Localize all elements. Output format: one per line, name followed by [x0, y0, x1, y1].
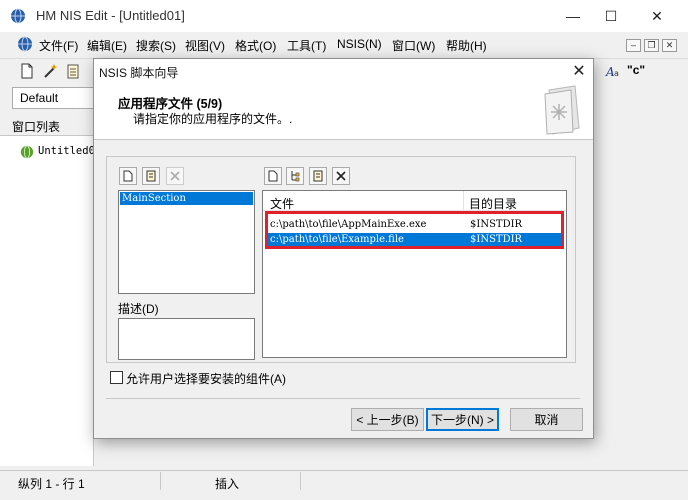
menu-edit[interactable]: 编辑(E)	[87, 37, 127, 54]
description-field[interactable]	[118, 318, 255, 360]
delete-icon	[170, 171, 180, 181]
file-properties-icon	[313, 170, 323, 182]
window-title: HM NIS Edit - [Untitled01]	[36, 8, 185, 23]
column-header-dest[interactable]: 目的目录	[469, 195, 517, 212]
window-list-item[interactable]: Untitled01	[38, 145, 101, 157]
files-list-header	[263, 191, 566, 211]
insert-mode: 插入	[215, 477, 240, 491]
add-section-button[interactable]	[119, 167, 137, 185]
menu-file[interactable]: 文件(F)	[39, 37, 78, 54]
delete-file-button[interactable]	[332, 167, 350, 185]
dialog-title: NSIS 脚本向导	[99, 66, 179, 80]
allow-component-select-checkbox[interactable]	[110, 371, 123, 384]
window-list-title: 窗口列表	[12, 120, 61, 134]
new-section-icon	[123, 170, 133, 182]
close-button[interactable]: ✕	[634, 0, 680, 32]
maximize-button[interactable]: ☐	[588, 0, 634, 32]
status-separator	[160, 472, 161, 490]
dialog-close-button[interactable]: ✕	[568, 61, 590, 83]
wizard-document-icon	[544, 85, 580, 135]
svg-text:a: a	[614, 69, 619, 78]
next-button[interactable]: 下一步(N) >	[426, 408, 499, 431]
document-globe-icon	[20, 145, 34, 159]
document-globe-icon[interactable]	[17, 36, 33, 52]
mdi-minimize-button[interactable]: –	[626, 39, 641, 52]
edit-section-button[interactable]	[142, 167, 160, 185]
column-header-file[interactable]: 文件	[270, 195, 294, 212]
font-icon[interactable]: A a	[605, 63, 621, 79]
description-label: 描述(D)	[118, 302, 159, 316]
delete-section-button	[166, 167, 184, 185]
step-subheading: 请指定你的应用程序的文件。.	[133, 112, 293, 126]
edit-file-button[interactable]	[309, 167, 327, 185]
new-file-icon	[268, 170, 278, 182]
cursor-position: 纵列 1 - 行 1	[18, 477, 85, 491]
menu-search[interactable]: 搜索(S)	[136, 37, 176, 54]
add-directory-button[interactable]	[286, 167, 304, 185]
back-button[interactable]: < 上一步(B)	[351, 408, 424, 431]
cancel-button[interactable]: 取消	[510, 408, 583, 431]
add-file-button[interactable]	[264, 167, 282, 185]
format-dropdown-value: Default	[20, 91, 59, 105]
new-file-icon[interactable]	[19, 63, 35, 79]
menu-view[interactable]: 视图(V)	[185, 37, 225, 54]
directory-tree-icon	[291, 171, 300, 182]
mdi-restore-button[interactable]: ❐	[644, 39, 659, 52]
section-list[interactable]	[118, 190, 255, 294]
script-icon[interactable]	[65, 63, 81, 79]
menu-nsis[interactable]: NSIS(N)	[337, 37, 382, 51]
section-item[interactable]: MainSection	[120, 192, 253, 205]
menu-format[interactable]: 格式(O)	[235, 37, 276, 54]
divider	[106, 398, 580, 399]
app-globe-icon	[11, 8, 25, 24]
menu-tools[interactable]: 工具(T)	[287, 37, 326, 54]
menu-help[interactable]: 帮助(H)	[446, 37, 487, 54]
section-properties-icon	[146, 170, 156, 182]
annotation-highlight	[265, 211, 564, 249]
window-list-panel	[0, 114, 94, 466]
status-bar	[0, 470, 688, 500]
wizard-wand-icon[interactable]	[42, 63, 58, 79]
status-separator	[300, 472, 301, 490]
column-separator[interactable]	[463, 191, 464, 210]
mdi-close-button[interactable]: ✕	[662, 39, 677, 52]
checkbox-label[interactable]: 允许用户选择要安装的组件(A)	[126, 370, 286, 387]
quote-string-button[interactable]: "c"	[627, 63, 645, 77]
menu-window[interactable]: 窗口(W)	[392, 37, 435, 54]
delete-icon	[336, 171, 346, 181]
